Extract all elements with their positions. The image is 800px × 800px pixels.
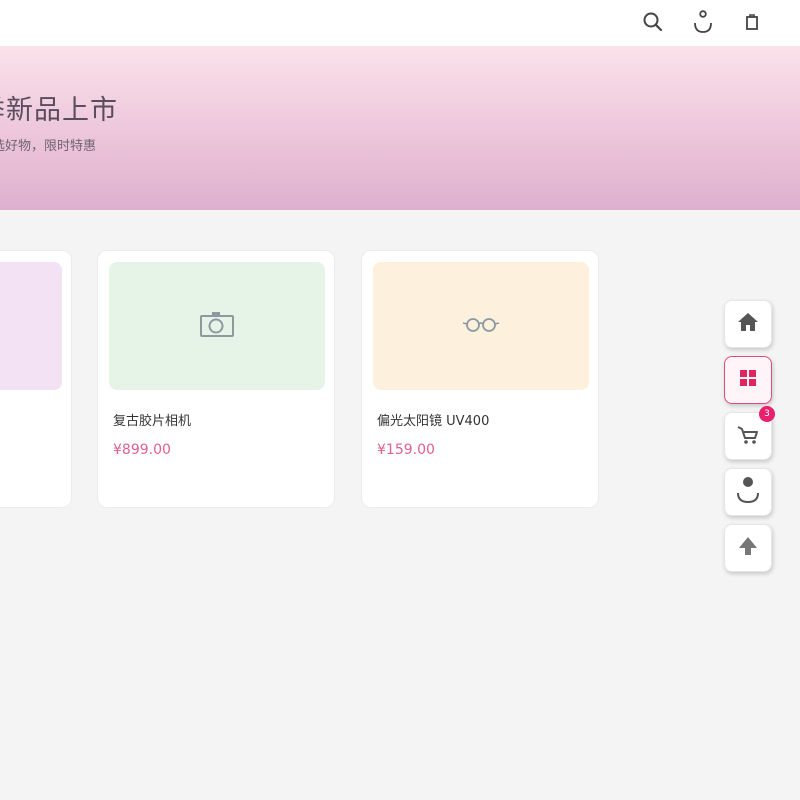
hero-banner[interactable]: 季新品上市 选好物，限时特惠	[0, 46, 800, 210]
side-nav-category[interactable]	[724, 356, 772, 404]
product-card[interactable]: 复古胶片相机 ¥899.00	[97, 250, 335, 508]
shop-page: 季新品上市 选好物，限时特惠 复古胶片相机 ¥899.00	[0, 0, 800, 800]
grid-icon	[738, 368, 758, 392]
arrow-up-icon	[737, 535, 759, 561]
side-nav-home[interactable]	[724, 300, 772, 348]
home-icon	[736, 310, 760, 338]
side-nav-back-to-top[interactable]	[724, 524, 772, 572]
hero-subtitle: 选好物，限时特惠	[0, 139, 97, 154]
product-card[interactable]: 偏光太阳镜 UV400 ¥159.00	[361, 250, 599, 508]
camera-icon	[199, 310, 235, 342]
search-icon[interactable]	[639, 8, 667, 36]
hero-title: 季新品上市	[0, 95, 118, 126]
product-thumbnail[interactable]	[109, 262, 325, 390]
glasses-icon	[461, 315, 501, 337]
product-price: ¥159.00	[377, 442, 435, 458]
shopping-bag-icon[interactable]	[738, 8, 766, 36]
product-card[interactable]	[0, 250, 72, 508]
product-price: ¥899.00	[113, 442, 171, 458]
user-icon	[735, 475, 761, 509]
product-thumbnail[interactable]	[373, 262, 589, 390]
product-thumbnail[interactable]	[0, 262, 62, 390]
product-name: 偏光太阳镜 UV400	[377, 414, 490, 429]
user-icon[interactable]	[689, 8, 717, 36]
cart-icon	[736, 423, 760, 449]
product-name: 复古胶片相机	[113, 414, 192, 429]
side-nav-cart[interactable]: 3	[724, 406, 775, 460]
top-header	[0, 0, 800, 46]
cart-count-badge: 3	[759, 406, 775, 422]
side-nav-profile[interactable]	[724, 468, 772, 516]
